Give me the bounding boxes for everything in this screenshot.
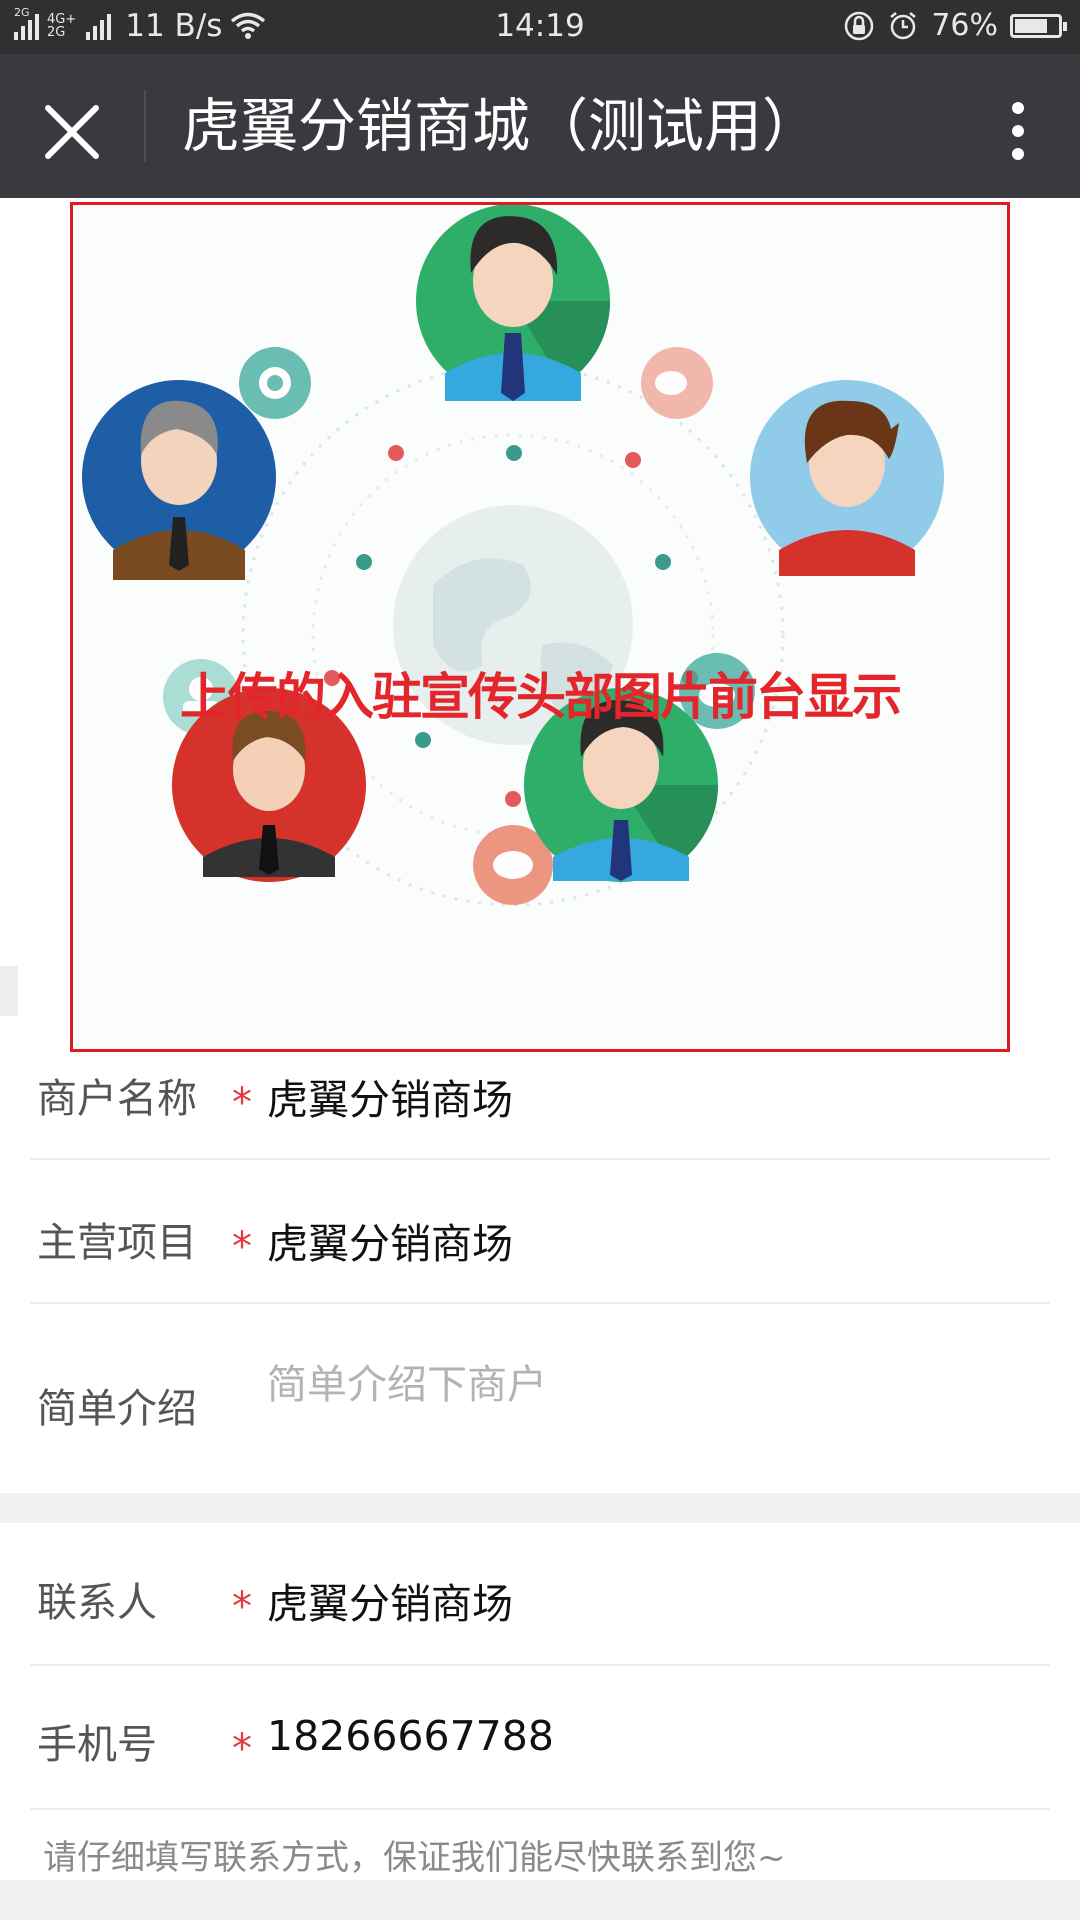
merchant-name-input[interactable]: 虎翼分销商场: [267, 1066, 513, 1126]
intro-row[interactable]: 简单介绍 简单介绍下商户: [30, 1356, 1050, 1496]
intro-label: 简单介绍: [37, 1386, 197, 1432]
avatar-right: [750, 380, 944, 576]
required-mark: *: [232, 1080, 252, 1126]
phone-label: 手机号: [37, 1722, 157, 1768]
merchant-name-row[interactable]: 商户名称 * 虎翼分销商场: [30, 1066, 1050, 1146]
main-business-label: 主营项目: [37, 1220, 197, 1266]
avatar-top: [416, 205, 611, 401]
main-business-row[interactable]: 主营项目 * 虎翼分销商场: [30, 1210, 1050, 1290]
divider: [30, 1302, 1050, 1304]
contact-row[interactable]: 联系人 * 虎翼分销商场: [30, 1570, 1050, 1650]
divider: [30, 1808, 1050, 1810]
contact-hint: 请仔细填写联系方式，保证我们能尽快联系到您~: [43, 1838, 786, 1878]
merchant-banner-image: 上传的入驻宣传头部图片前台显示: [70, 202, 1010, 1052]
required-mark: *: [232, 1584, 252, 1630]
divider: [30, 1664, 1050, 1666]
contact-label: 联系人: [37, 1580, 157, 1626]
rotation-lock-icon: [845, 11, 874, 40]
alarm-icon: [890, 11, 917, 39]
more-icon[interactable]: [1008, 96, 1028, 164]
intro-textarea[interactable]: 简单介绍下商户: [267, 1352, 547, 1410]
side-strip: [0, 966, 18, 1016]
status-bar: 2G 4G+ 2G 11 B/s 14:19 76%: [0, 0, 1080, 54]
section-gap: [0, 1493, 1080, 1523]
required-mark: *: [232, 1224, 252, 1270]
close-icon[interactable]: [38, 98, 106, 166]
contact-input[interactable]: 虎翼分销商场: [267, 1570, 513, 1630]
bottom-band: [0, 1880, 1080, 1920]
required-mark: *: [232, 1726, 252, 1772]
page-title: 虎翼分销商城（测试用）: [182, 92, 821, 160]
phone-input[interactable]: 18266667788: [267, 1712, 554, 1760]
banner-caption: 上传的入驻宣传头部图片前台显示: [180, 668, 902, 726]
banner-illustration: [82, 205, 944, 907]
main-business-input[interactable]: 虎翼分销商场: [267, 1210, 513, 1270]
nav-divider: [144, 90, 146, 162]
battery-icon: [1010, 13, 1067, 38]
avatar-left: [82, 380, 276, 580]
divider: [30, 1158, 1050, 1160]
merchant-name-label: 商户名称: [37, 1076, 197, 1122]
battery-percent: 76%: [931, 8, 998, 43]
phone-row[interactable]: 手机号 * 18266667788: [30, 1712, 1050, 1792]
nav-bar: 虎翼分销商城（测试用）: [0, 54, 1080, 198]
